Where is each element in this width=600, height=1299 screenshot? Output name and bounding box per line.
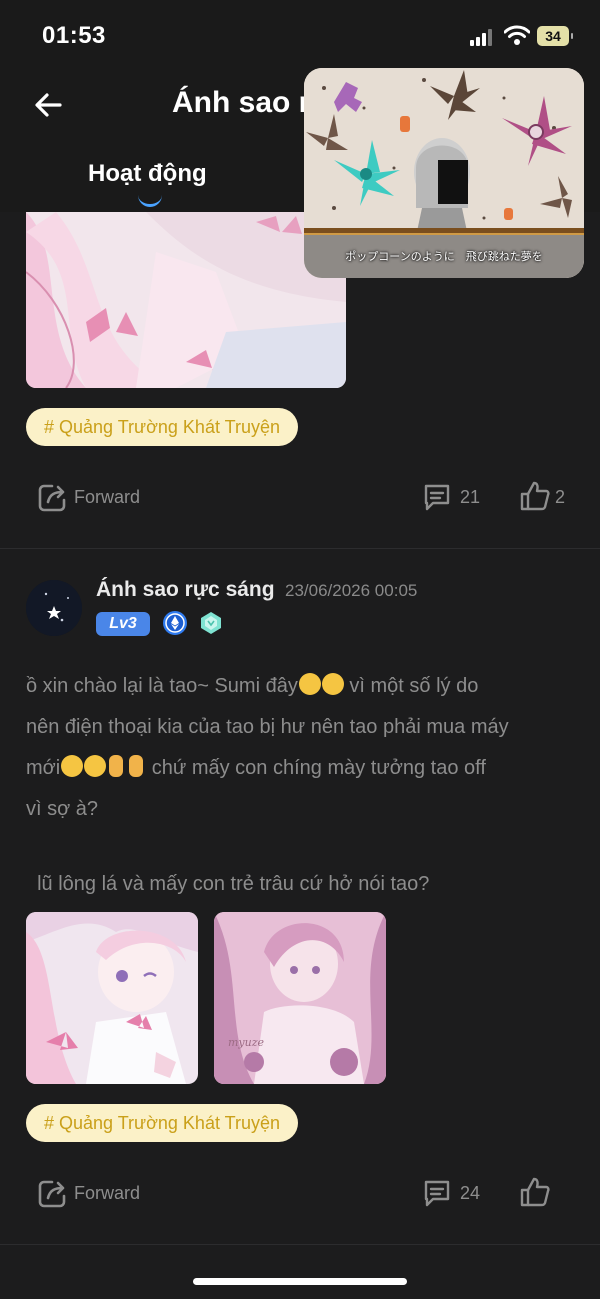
- post-image[interactable]: [26, 212, 346, 388]
- like-count: 2: [555, 487, 566, 507]
- forward-icon[interactable]: [36, 482, 68, 514]
- gem-badge-icon: [198, 610, 224, 641]
- video-caption: ポップコーンのように 飛び跳ねた夢を: [345, 251, 543, 263]
- post-text-line: nên điện thoại kia của tao bị hư nên tao…: [26, 716, 509, 738]
- pip-video-player[interactable]: ポップコーンのように 飛び跳ねた夢を: [304, 68, 584, 278]
- tab-activity[interactable]: Hoạt động: [88, 160, 207, 188]
- post-divider: [0, 1244, 600, 1245]
- comment-count: 24: [460, 1183, 481, 1203]
- wifi-icon: [503, 24, 531, 46]
- eye-roll-emoji-icon: [321, 673, 344, 695]
- status-time: 01:53: [42, 22, 106, 49]
- post-text-line: ồ xin chào lại là tao~ Sumi đây: [26, 675, 298, 697]
- post-text-line: chứ mấy con chíng mày tưởng tao off: [146, 757, 486, 779]
- post-text-line: vì sợ à?: [26, 798, 99, 820]
- battery-icon: 34: [537, 26, 573, 46]
- post-date: 23/06/2026 00:05: [285, 581, 418, 600]
- post-text-line: mới: [26, 757, 61, 779]
- post-text-line: lũ lông lá và mấy con trẻ trâu cứ hở nói…: [26, 873, 430, 895]
- post-text: ồ xin chào lại là tao~ Sumi đây vì một s…: [26, 666, 576, 905]
- forward-label[interactable]: Forward: [74, 487, 140, 508]
- rofl-emoji-icon: [61, 755, 84, 777]
- eye-roll-emoji-icon: [298, 673, 321, 695]
- level-badge: Lv3: [96, 612, 150, 636]
- post-divider: [0, 548, 600, 549]
- cellular-signal-icon: [470, 28, 496, 46]
- like-thumb-icon[interactable]: [518, 1175, 552, 1209]
- middle-finger-emoji-icon: [129, 755, 144, 777]
- like-thumb-icon[interactable]: [518, 479, 552, 513]
- rofl-emoji-icon: [84, 755, 107, 777]
- middle-finger-emoji-icon: [109, 755, 124, 777]
- topic-tag[interactable]: # Quảng Trường Khát Truyện: [26, 1104, 298, 1142]
- back-arrow-icon[interactable]: [32, 88, 66, 122]
- comment-icon[interactable]: [421, 1177, 453, 1209]
- author-name[interactable]: Ánh sao rực sáng: [96, 578, 275, 602]
- avatar[interactable]: [26, 580, 82, 636]
- forward-icon[interactable]: [36, 1178, 68, 1210]
- post-image[interactable]: [26, 912, 198, 1084]
- ethereum-badge-icon: [161, 609, 189, 642]
- comment-count: 21: [460, 487, 481, 507]
- post-text-line: vì một số lý do: [343, 675, 479, 697]
- post-image[interactable]: myuze: [214, 912, 386, 1084]
- svg-text:myuze: myuze: [228, 1036, 265, 1049]
- topic-tag[interactable]: # Quảng Trường Khát Truyện: [26, 408, 298, 446]
- home-indicator[interactable]: [193, 1278, 407, 1285]
- comment-icon[interactable]: [421, 481, 453, 513]
- forward-label[interactable]: Forward: [74, 1183, 140, 1204]
